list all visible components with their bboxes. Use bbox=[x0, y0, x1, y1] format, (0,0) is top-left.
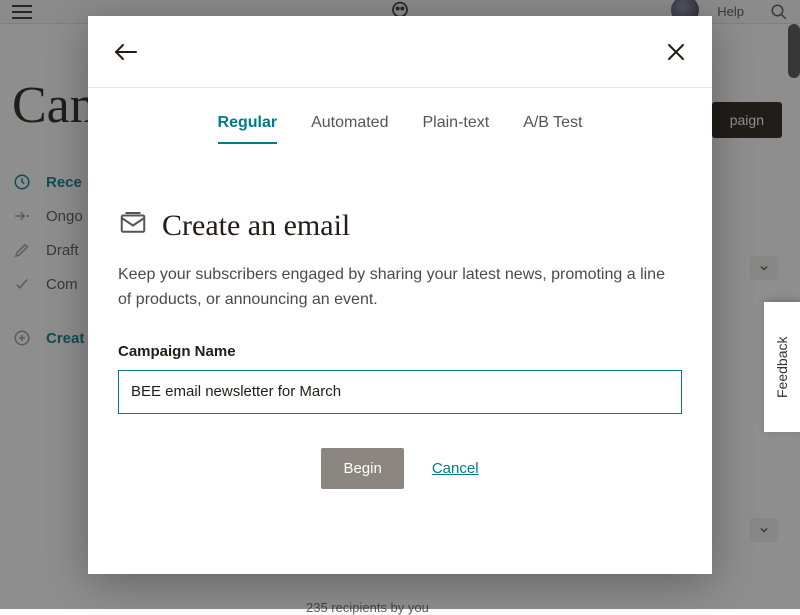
modal-heading: Create an email bbox=[162, 209, 350, 243]
tab-regular[interactable]: Regular bbox=[218, 114, 278, 144]
close-button[interactable] bbox=[666, 42, 686, 62]
email-icon bbox=[118, 208, 148, 243]
modal-body: Create an email Keep your subscribers en… bbox=[88, 144, 712, 489]
feedback-tab[interactable]: Feedback bbox=[764, 302, 800, 432]
modal-header bbox=[88, 16, 712, 88]
tab-ab-test[interactable]: A/B Test bbox=[523, 114, 582, 144]
cancel-link[interactable]: Cancel bbox=[432, 460, 479, 477]
back-button[interactable] bbox=[114, 42, 140, 62]
tab-automated[interactable]: Automated bbox=[311, 114, 388, 144]
campaign-name-label: Campaign Name bbox=[118, 343, 682, 360]
modal-description: Keep your subscribers engaged by sharing… bbox=[118, 263, 682, 313]
begin-button[interactable]: Begin bbox=[321, 448, 403, 489]
modal-actions: Begin Cancel bbox=[118, 448, 682, 489]
tab-plain-text[interactable]: Plain-text bbox=[422, 114, 489, 144]
modal-tabs: Regular Automated Plain-text A/B Test bbox=[88, 88, 712, 144]
create-email-modal: Regular Automated Plain-text A/B Test Cr… bbox=[88, 16, 712, 574]
campaign-name-input[interactable] bbox=[118, 370, 682, 414]
